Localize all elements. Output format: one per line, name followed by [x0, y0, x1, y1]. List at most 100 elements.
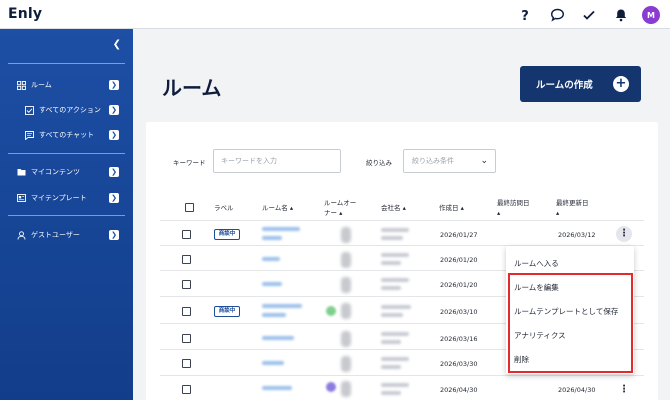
- page-title: ルーム: [162, 76, 222, 100]
- sidebar-divider: [8, 153, 125, 154]
- row-checkbox[interactable]: [182, 230, 191, 239]
- owner-avatar: [326, 306, 336, 316]
- row-menu-icon[interactable]: ⋮: [616, 382, 632, 398]
- checkbox-icon: [24, 105, 34, 115]
- keyword-input[interactable]: キーワードを入力: [213, 149, 341, 173]
- room-name-redacted[interactable]: [262, 236, 282, 240]
- help-icon[interactable]: ?: [514, 4, 536, 26]
- room-name-redacted[interactable]: [262, 304, 302, 308]
- select-all-checkbox[interactable]: [185, 203, 194, 212]
- sidebar-item-label: ゲストユーザー: [31, 231, 80, 239]
- room-name-redacted[interactable]: [262, 282, 282, 286]
- room-name-redacted[interactable]: [262, 313, 286, 317]
- room-name-redacted[interactable]: [262, 257, 280, 261]
- row-checkbox[interactable]: [182, 359, 191, 368]
- updated-date: 2026/04/30: [558, 386, 596, 394]
- row-checkbox[interactable]: [182, 280, 191, 289]
- column-header-label: ラベル: [214, 204, 234, 212]
- sidebar: ❮ ルーム ❯ すべてのアクション ❯ すべてのチャット ❯ マイコンテンツ ❯: [0, 29, 133, 400]
- company-redacted: [381, 365, 401, 369]
- folder-icon: [16, 167, 26, 177]
- column-header-company[interactable]: 会社名 ▴: [381, 203, 406, 213]
- template-icon: [16, 193, 26, 203]
- status-badge: 商談中: [214, 306, 240, 317]
- row-checkbox[interactable]: [182, 385, 191, 394]
- owner-redacted: [341, 381, 351, 397]
- sidebar-item-my-contents[interactable]: マイコンテンツ ❯: [0, 164, 133, 180]
- row-checkbox[interactable]: [182, 255, 191, 264]
- company-redacted: [381, 278, 409, 282]
- sidebar-divider: [8, 63, 125, 64]
- company-redacted: [381, 332, 409, 336]
- company-redacted: [381, 261, 401, 265]
- room-name-redacted[interactable]: [262, 386, 292, 390]
- row-menu-icon[interactable]: ⋮: [616, 226, 632, 242]
- header-text: 最終更新日: [556, 199, 589, 207]
- room-name-redacted[interactable]: [262, 336, 294, 340]
- row-checkbox[interactable]: [182, 334, 191, 343]
- company-redacted: [381, 236, 403, 240]
- sidebar-item-label: マイテンプレート: [31, 194, 87, 202]
- created-date: 2026/03/16: [440, 335, 478, 343]
- chevron-right-icon[interactable]: ❯: [109, 105, 119, 115]
- chat-icon: [24, 130, 34, 140]
- updated-date: 2026/03/12: [558, 231, 596, 239]
- column-header-room-owner[interactable]: ルームオー ナー ▴: [324, 198, 356, 218]
- chevron-right-icon[interactable]: ❯: [109, 167, 119, 177]
- status-badge: 商談中: [214, 229, 240, 240]
- header-text: 作成日: [439, 204, 459, 212]
- sidebar-item-rooms[interactable]: ルーム ❯: [0, 77, 133, 93]
- header-text: ルーム名: [262, 204, 288, 212]
- sidebar-item-label: すべてのチャット: [39, 131, 95, 139]
- chevron-right-icon[interactable]: ❯: [109, 193, 119, 203]
- sidebar-item-my-templates[interactable]: マイテンプレート ❯: [0, 190, 133, 206]
- owner-redacted: [341, 331, 351, 347]
- company-redacted: [381, 383, 409, 387]
- sidebar-item-guest-users[interactable]: ゲストユーザー ❯: [0, 227, 133, 243]
- avatar[interactable]: M: [642, 6, 660, 24]
- column-header-room-name[interactable]: ルーム名 ▴: [262, 203, 293, 213]
- sidebar-item-all-chats[interactable]: すべてのチャット ❯: [0, 127, 133, 143]
- user-icon: [16, 230, 26, 240]
- top-icons: ? M: [514, 4, 660, 26]
- create-room-label: ルームの作成: [536, 80, 593, 91]
- filter-label: 絞り込み: [366, 159, 392, 167]
- bell-icon[interactable]: [610, 4, 632, 26]
- chevron-right-icon[interactable]: ❯: [109, 80, 119, 90]
- company-redacted: [381, 357, 409, 361]
- chevron-down-icon: ⌄: [480, 156, 488, 166]
- room-name-redacted[interactable]: [262, 361, 284, 365]
- room-name-redacted[interactable]: [262, 227, 300, 231]
- filter-placeholder: 絞り込み条件: [412, 157, 454, 165]
- svg-text:?: ?: [521, 9, 529, 22]
- filter-select[interactable]: 絞り込み条件 ⌄: [403, 149, 496, 173]
- chat-icon[interactable]: [546, 4, 568, 26]
- company-redacted: [381, 228, 409, 232]
- menu-item-enter-room[interactable]: ルームへ入る: [514, 258, 559, 269]
- owner-redacted: [341, 227, 351, 243]
- created-date: 2026/01/20: [440, 281, 478, 289]
- app-logo[interactable]: Enly: [8, 6, 42, 22]
- header-text: 会社名: [381, 204, 401, 212]
- table-divider: [160, 375, 644, 376]
- created-date: 2026/04/30: [440, 386, 478, 394]
- column-header-created[interactable]: 作成日 ▴: [439, 203, 464, 213]
- header-text: 最終訪問日: [497, 199, 530, 207]
- column-header-last-visit[interactable]: 最終訪問日 ▴: [497, 198, 530, 218]
- chevron-right-icon[interactable]: ❯: [109, 130, 119, 140]
- sidebar-item-label: ルーム: [31, 81, 52, 89]
- company-redacted: [381, 286, 401, 290]
- chevron-right-icon[interactable]: ❯: [109, 230, 119, 240]
- highlight-box: [508, 273, 633, 373]
- column-header-last-update[interactable]: 最終更新日 ▴: [556, 198, 589, 218]
- row-checkbox[interactable]: [182, 307, 191, 316]
- sidebar-item-label: マイコンテンツ: [31, 168, 80, 176]
- header-text: ナー: [324, 209, 337, 217]
- check-icon[interactable]: [578, 4, 600, 26]
- sidebar-item-label: すべてのアクション: [39, 106, 101, 114]
- company-redacted: [381, 313, 403, 317]
- keyword-label: キーワード: [173, 159, 206, 167]
- collapse-chevron-icon[interactable]: ❮: [113, 39, 121, 50]
- sidebar-item-all-actions[interactable]: すべてのアクション ❯: [0, 102, 133, 118]
- create-room-button[interactable]: ルームの作成 +: [520, 66, 641, 102]
